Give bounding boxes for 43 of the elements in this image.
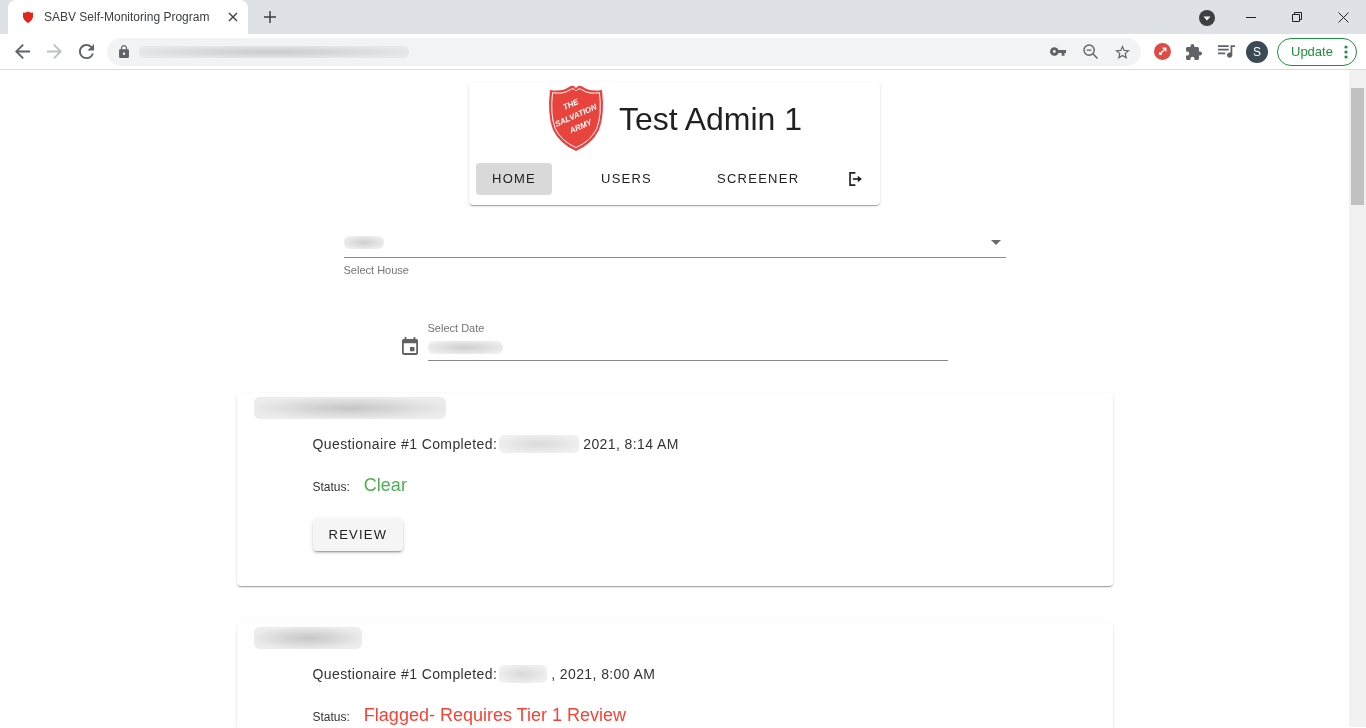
calendar-icon[interactable]: [401, 337, 418, 355]
blurred-date: [499, 665, 548, 683]
dropdown-caret-icon[interactable]: [990, 240, 1001, 245]
blurred-value: [343, 236, 384, 249]
tab-title: SABV Self-Monitoring Program: [44, 9, 210, 26]
status-label: Status:: [312, 479, 350, 496]
status-label: Status:: [312, 709, 350, 726]
nav-tab[interactable]: HOME: [476, 163, 552, 195]
review-button[interactable]: REVIEW: [312, 519, 404, 551]
helper-text: Select House: [343, 265, 410, 276]
profile-avatar[interactable]: S: [1246, 40, 1268, 63]
scrollbar-thumb[interactable]: [1351, 88, 1364, 205]
logout-icon[interactable]: [848, 170, 863, 188]
close-icon[interactable]: [228, 12, 238, 22]
media-queue-icon[interactable]: [1217, 45, 1235, 58]
key-icon[interactable]: [1050, 47, 1066, 56]
shield-favicon-icon: [22, 11, 34, 23]
minimize-icon[interactable]: [1246, 16, 1256, 18]
extension-icon[interactable]: [1153, 43, 1171, 60]
restore-icon[interactable]: [1292, 12, 1302, 22]
nav-tab[interactable]: SCREENER: [701, 163, 816, 195]
scrollbar[interactable]: [1349, 70, 1366, 727]
status-value: Clear: [363, 474, 407, 497]
close-icon[interactable]: [1337, 11, 1349, 23]
zoom-out-icon[interactable]: [1083, 44, 1098, 59]
completed-time: 2021, 8:14 AM: [583, 435, 679, 454]
completed-label: Questionaire #1 Completed:: [312, 435, 498, 454]
status-value: Flagged- Requires Tier 1 Review: [363, 704, 626, 727]
update-button[interactable]: Update: [1277, 37, 1357, 66]
page-title: Test Admin 1: [618, 99, 803, 139]
field-label: Select Date: [427, 323, 486, 334]
plus-icon[interactable]: [264, 11, 276, 23]
lock-icon: [119, 45, 129, 58]
back-arrow-icon[interactable]: [14, 44, 30, 59]
tab-search-icon[interactable]: [1199, 10, 1215, 26]
completed-label: Questionaire #1 Completed:: [312, 665, 498, 684]
star-icon[interactable]: [1115, 44, 1130, 59]
more-options-icon[interactable]: [1344, 44, 1348, 59]
nav-tab[interactable]: USERS: [585, 163, 669, 195]
browser-tab[interactable]: SABV Self-Monitoring Program: [8, 0, 248, 34]
completed-time: , 2021, 8:00 AM: [551, 665, 656, 684]
reload-icon[interactable]: [78, 44, 94, 59]
puzzle-icon[interactable]: [1186, 43, 1202, 60]
